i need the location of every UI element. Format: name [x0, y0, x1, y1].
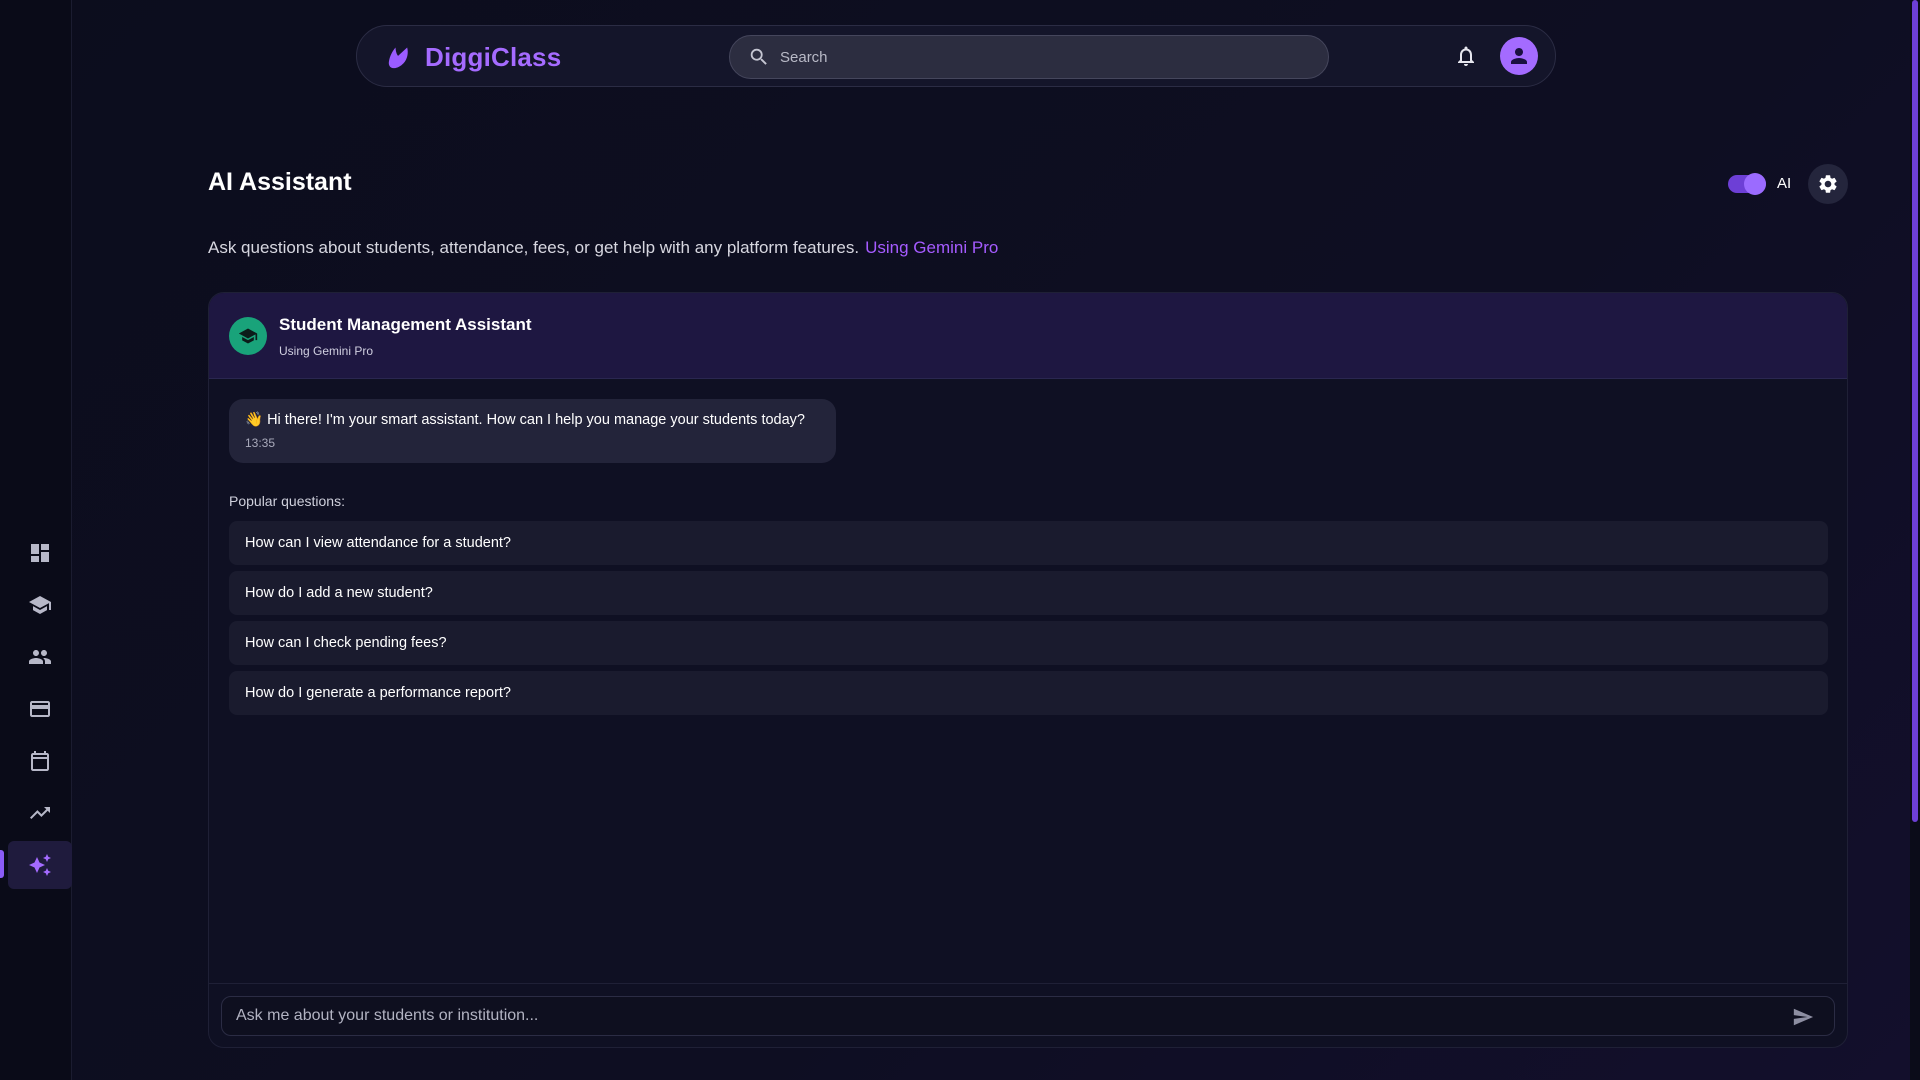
sidebar-item-ai-assistant[interactable] — [8, 841, 72, 889]
ai-toggle-label: AI — [1777, 175, 1792, 192]
ai-toggle-knob — [1744, 173, 1766, 195]
app-name: DiggiClass — [425, 42, 562, 72]
search-input[interactable] — [780, 48, 1300, 66]
assistant-model: Using Gemini Pro — [279, 344, 374, 358]
app-logo[interactable]: DiggiClass — [385, 42, 561, 73]
popular-question[interactable]: How can I check pending fees? — [229, 621, 1828, 665]
user-icon — [1511, 48, 1527, 64]
page-scrollbar-thumb[interactable] — [1912, 0, 1918, 822]
sidebar-item-analytics[interactable] — [8, 789, 72, 837]
page-description: Ask questions about students, attendance… — [208, 238, 860, 257]
logo-icon — [388, 47, 408, 68]
chat-panel: Student Management Assistant Using Gemin… — [208, 292, 1848, 1048]
dashboard-icon — [31, 544, 49, 562]
graduation-cap-icon — [29, 596, 51, 614]
calendar-icon — [31, 751, 49, 771]
send-icon — [1793, 1008, 1814, 1026]
sidebar-item-users[interactable] — [8, 633, 72, 681]
search-bar[interactable] — [729, 35, 1329, 79]
model-link[interactable]: Using Gemini Pro — [865, 238, 998, 257]
popular-question[interactable]: How do I add a new student? — [229, 571, 1828, 615]
graduation-cap-icon — [238, 328, 258, 344]
chat-input-box[interactable] — [221, 996, 1835, 1036]
gear-icon — [1819, 175, 1837, 193]
page-title: AI Assistant — [208, 168, 352, 196]
sidebar-active-indicator — [0, 850, 4, 878]
popular-question[interactable]: How do I generate a performance report? — [229, 671, 1828, 715]
chat-input[interactable] — [236, 1007, 1736, 1025]
send-button[interactable] — [1792, 1006, 1814, 1028]
popular-question[interactable]: How can I view attendance for a student? — [229, 521, 1828, 565]
popular-questions-label: Popular questions: — [229, 493, 345, 509]
sidebar-item-dashboard[interactable] — [8, 529, 72, 577]
assistant-avatar — [229, 317, 267, 355]
assistant-message: 👋 Hi there! I'm your smart assistant. Ho… — [229, 399, 836, 463]
user-avatar[interactable] — [1500, 37, 1538, 75]
message-text: 👋 Hi there! I'm your smart assistant. Ho… — [245, 412, 805, 428]
chat-header: Student Management Assistant Using Gemin… — [209, 293, 1847, 379]
notifications-button[interactable] — [1454, 44, 1478, 68]
sidebar-item-students[interactable] — [8, 581, 72, 629]
sidebar-item-calendar[interactable] — [8, 737, 72, 785]
trending-up-icon — [30, 807, 50, 819]
ai-toggle[interactable] — [1728, 173, 1766, 195]
settings-button[interactable] — [1808, 164, 1848, 204]
top-navbar: DiggiClass — [356, 25, 1556, 87]
page-subtitle: Ask questions about students, attendance… — [208, 238, 998, 258]
sidebar — [0, 0, 72, 1080]
bell-icon — [1458, 46, 1474, 66]
sparkles-icon — [29, 854, 51, 876]
message-timestamp: 13:35 — [245, 436, 276, 450]
people-icon — [29, 650, 51, 664]
credit-card-icon — [30, 701, 50, 717]
chat-input-area — [209, 983, 1847, 1047]
sidebar-item-fees[interactable] — [8, 685, 72, 733]
search-icon — [750, 48, 767, 65]
assistant-name: Student Management Assistant — [279, 315, 532, 334]
